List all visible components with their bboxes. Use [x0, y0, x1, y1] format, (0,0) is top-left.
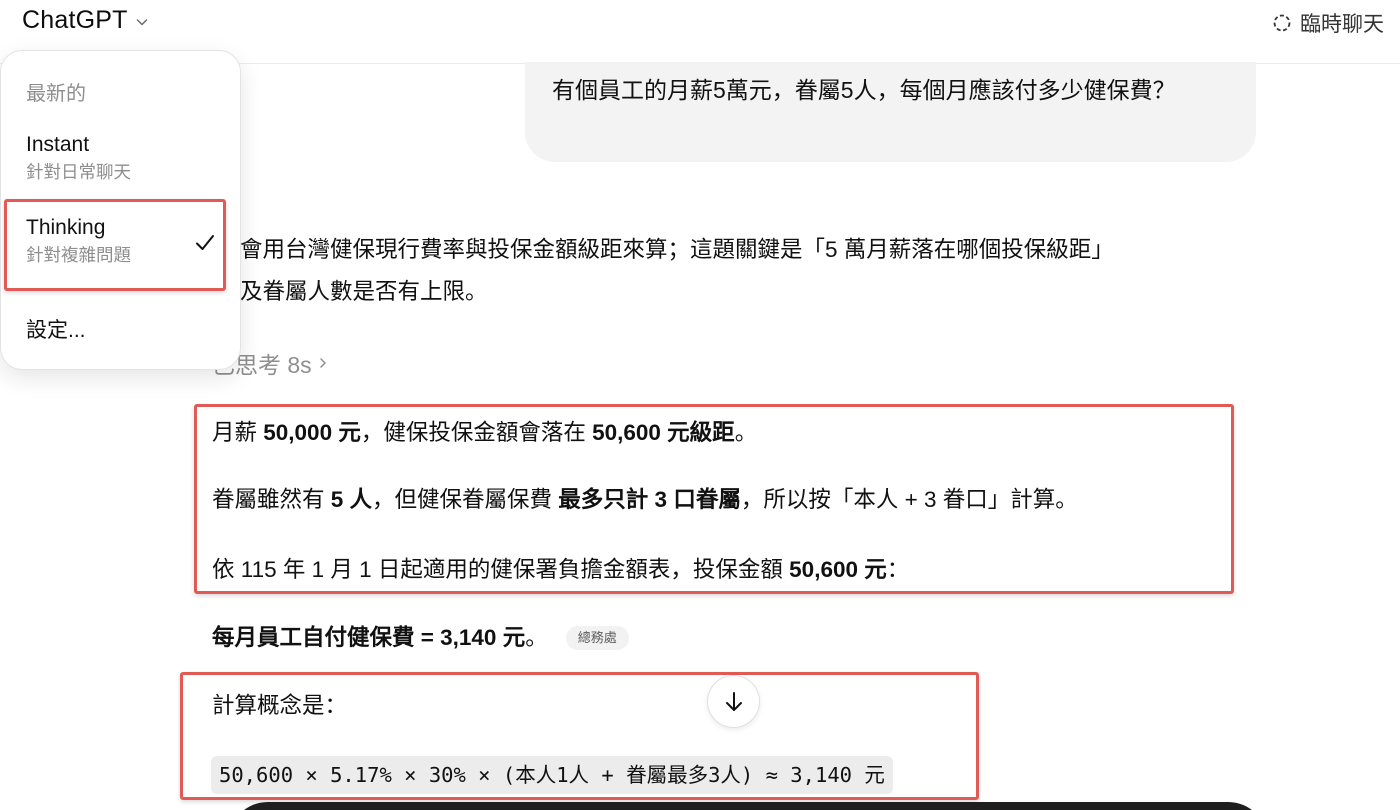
temporary-chat-icon — [1273, 14, 1291, 32]
text-run: 。 — [734, 420, 758, 445]
arrow-down-icon — [725, 691, 742, 711]
text-run: ，但健保眷屬保費 — [372, 487, 559, 512]
bold-text: 50,000 元 — [263, 420, 361, 445]
assistant-intro-line: 會用台灣健保現行費率與投保金額級距來算；這題關鍵是「5 萬月薪落在哪個投保級距」 — [240, 237, 1114, 262]
bold-text: 5 人 — [330, 487, 373, 512]
response-paragraph: 眷屬雖然有 5 人，但健保眷屬保費 最多只計 3 口眷屬，所以按「本人 + 3 … — [212, 480, 1078, 520]
chevron-down-icon — [136, 18, 147, 25]
chevron-right-icon — [319, 358, 326, 368]
text-run: 月薪 — [212, 420, 264, 445]
temporary-chat-button[interactable]: 臨時聊天 — [1272, 8, 1384, 38]
bold-text: 最多只計 3 口眷屬 — [558, 487, 741, 512]
model-switcher-button[interactable]: ChatGPT — [22, 6, 148, 35]
text-run: ： — [886, 557, 910, 582]
model-option-instant[interactable]: Instant 針對日常聊天 — [1, 131, 242, 185]
response-paragraph: 月薪 50,000 元，健保投保金額會落在 50,600 元級距。 — [212, 413, 757, 453]
checkmark-icon — [196, 235, 214, 250]
temporary-chat-label: 臨時聊天 — [1300, 13, 1384, 36]
bold-text: 每月員工自付健保費 = 3,140 元 — [212, 625, 526, 650]
user-message-bubble: 有個員工的月薪5萬元，眷屬5人，每個月應該付多少健保費？ — [525, 62, 1256, 162]
model-option-title: Instant — [26, 133, 90, 156]
model-dropdown-menu: 最新的 Instant 針對日常聊天 Thinking 針對複雜問題 設定... — [0, 50, 241, 370]
source-citation-badge[interactable]: 總務處 — [565, 626, 629, 650]
dropdown-section-label: 最新的 — [26, 83, 86, 105]
scroll-to-bottom-button[interactable] — [707, 675, 760, 728]
response-paragraph-result: 每月員工自付健保費 = 3,140 元。 總務處 — [212, 618, 629, 658]
assistant-intro-line: 及眷屬人數是否有上限。 — [240, 279, 488, 304]
text-run: ，健保投保金額會落在 — [360, 420, 593, 445]
inline-code-formula: 50,600 × 5.17% × 30% × (本人1人 + 眷屬最多3人) ≈… — [211, 756, 893, 794]
text-run: 眷屬雖然有 — [212, 487, 331, 512]
bold-text: 50,600 元級距 — [592, 420, 735, 445]
response-paragraph: 依 115 年 1 月 1 日起適用的健保署負擔金額表，投保金額 50,600 … — [212, 550, 909, 590]
model-name: ChatGPT — [22, 6, 128, 34]
model-option-thinking[interactable]: Thinking 針對複雜問題 — [1, 214, 242, 268]
dropdown-settings-item[interactable]: 設定... — [1, 317, 242, 345]
composer-input-edge[interactable] — [228, 802, 1268, 810]
bold-text: 50,600 元 — [789, 557, 887, 582]
text-run: 依 115 年 1 月 1 日起適用的健保署負擔金額表，投保金額 — [212, 557, 790, 582]
model-option-subtitle: 針對日常聊天 — [26, 162, 131, 182]
response-paragraph: 計算概念是： — [212, 693, 348, 718]
text-run: ，所以按「本人 + 3 眷口」計算。 — [740, 487, 1078, 512]
text-run: 。 — [525, 625, 548, 650]
